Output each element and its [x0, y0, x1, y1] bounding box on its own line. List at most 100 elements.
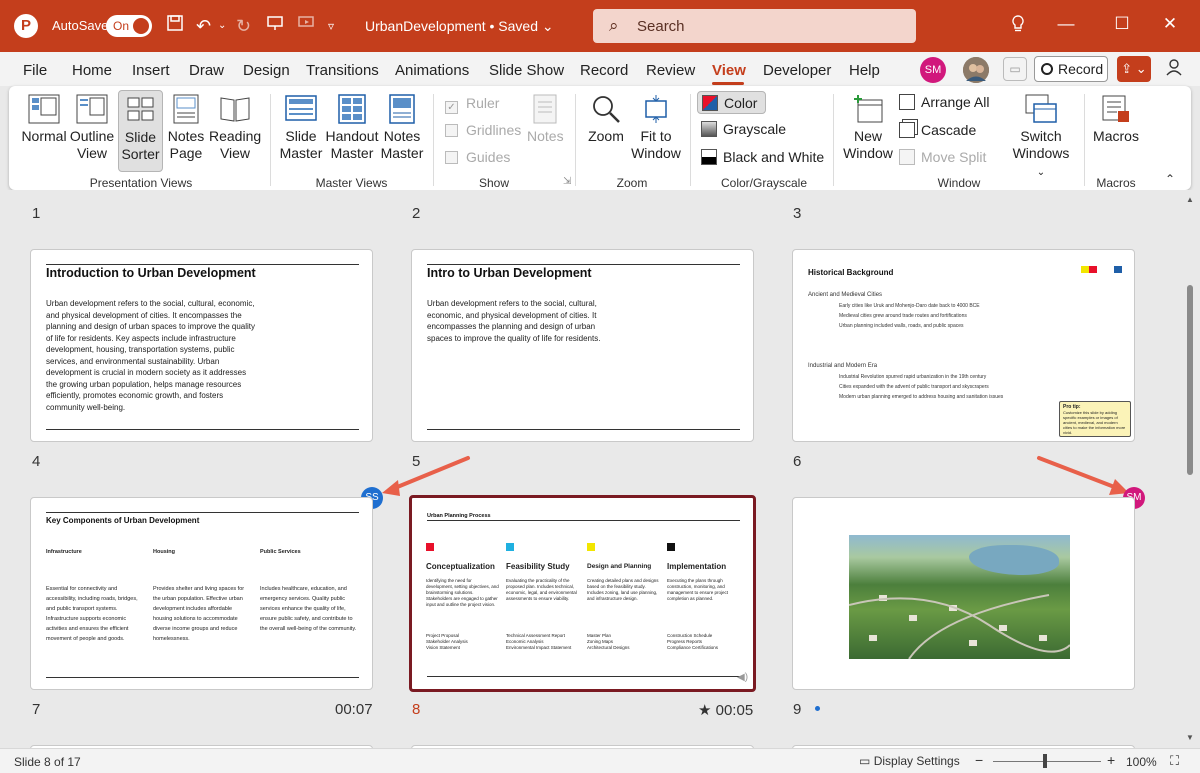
slide-sorter-button[interactable]: Slide Sorter — [118, 90, 163, 172]
tab-developer[interactable]: Developer — [763, 62, 831, 79]
autosave-state: On — [113, 19, 130, 33]
normal-view-button[interactable]: Normal — [21, 94, 67, 145]
tab-draw[interactable]: Draw — [189, 62, 224, 79]
reading-view-button[interactable]: Reading View — [209, 94, 261, 162]
status-bar: Slide 8 of 17 ▭ Display Settings − + 100… — [0, 748, 1200, 773]
tab-record[interactable]: Record — [580, 62, 628, 79]
collapse-ribbon-icon[interactable]: ⌃ — [1165, 172, 1175, 186]
tab-slide-show[interactable]: Slide Show — [489, 62, 564, 79]
ruler-checkbox[interactable]: ✓ Ruler — [445, 95, 499, 114]
slide-thumbnail-6[interactable]: Historical Background Ancient and Mediev… — [792, 249, 1135, 442]
document-title[interactable]: UrbanDevelopment • Saved ⌄ — [365, 18, 554, 35]
slide-thumbnail-8[interactable]: Urban Planning Process Conceptualization… — [409, 495, 756, 692]
accent-square-blue — [1114, 266, 1122, 273]
zoom-slider-thumb[interactable] — [1043, 754, 1047, 768]
view-ribbon: Normal Outline View Slide Sorter Notes P… — [9, 86, 1191, 190]
macros-button[interactable]: Macros — [1091, 94, 1141, 145]
roads — [849, 594, 1070, 659]
section-list: Early cities like Uruk and Mohenjo-Daro … — [839, 303, 980, 329]
pro-tip-body: Customize this slide by adding specific … — [1063, 410, 1126, 435]
slide-number: 4 — [32, 453, 41, 470]
slide-thumbnail-4[interactable]: Introduction to Urban Development Urban … — [30, 249, 373, 442]
color-button[interactable]: Color — [697, 91, 766, 114]
tab-animations[interactable]: Animations — [395, 62, 469, 79]
step-marker — [667, 543, 675, 551]
present-from-current-icon[interactable] — [297, 14, 315, 38]
zoom-slider-track[interactable] — [993, 761, 1101, 762]
slide-master-icon — [285, 95, 317, 121]
zoom-button[interactable]: Zoom — [584, 94, 628, 145]
tab-transitions[interactable]: Transitions — [306, 62, 379, 79]
save-icon[interactable] — [166, 14, 184, 38]
black-white-icon — [701, 149, 717, 165]
new-window-button[interactable]: New Window — [841, 94, 895, 162]
powerpoint-logo-icon: P — [14, 14, 38, 38]
collaborator-avatar[interactable]: SM — [920, 57, 946, 83]
tab-insert[interactable]: Insert — [132, 62, 170, 79]
tab-view[interactable]: View — [712, 62, 746, 79]
slide-rule — [427, 676, 740, 677]
zoom-in-button[interactable]: + — [1107, 752, 1115, 768]
zoom-out-button[interactable]: − — [975, 752, 983, 768]
present-from-start-icon[interactable] — [266, 14, 284, 38]
slide-thumbnail-9[interactable] — [792, 497, 1135, 690]
step-marker — [426, 543, 434, 551]
column-head: Infrastructure — [46, 549, 82, 555]
search-icon: ⌕ — [609, 16, 619, 35]
step-items: Master Plan Zoning Maps Architectural De… — [587, 633, 630, 650]
minimize-button[interactable]: — — [1056, 14, 1076, 34]
undo-dropdown-chevron-icon[interactable]: ⌄ — [218, 14, 226, 38]
lightbulb-icon[interactable] — [1010, 14, 1026, 40]
animation-star-icon: ★ — [698, 702, 712, 719]
user-avatar[interactable] — [963, 57, 989, 83]
account-icon[interactable] — [1165, 58, 1183, 81]
handout-master-button[interactable]: Handout Master — [325, 94, 379, 162]
record-button[interactable]: Record — [1034, 56, 1108, 82]
undo-icon[interactable]: ↶ — [196, 14, 211, 38]
slide-master-button[interactable]: Slide Master — [279, 94, 323, 162]
search-box[interactable]: ⌕ Search — [593, 9, 916, 43]
share-button[interactable]: ⇪ ⌄ — [1117, 56, 1151, 82]
slide-sorter-icon — [127, 97, 153, 121]
tab-home[interactable]: Home — [72, 62, 112, 79]
vertical-scrollbar[interactable]: ▲ ▼ — [1184, 195, 1194, 745]
gridlines-checkbox[interactable]: Gridlines — [445, 122, 521, 138]
switch-windows-button[interactable]: Switch Windows ⌄ — [1009, 94, 1073, 181]
fit-to-window-button[interactable]: Fit to Window — [631, 94, 681, 162]
maximize-button[interactable]: ☐ — [1112, 14, 1132, 34]
arrange-all-button[interactable]: Arrange All — [899, 94, 989, 110]
cascade-button[interactable]: Cascade — [899, 122, 976, 138]
slide-thumbnail-5[interactable]: Intro to Urban Development Urban develop… — [411, 249, 754, 442]
slide-rule — [46, 264, 359, 265]
move-split-button[interactable]: Move Split — [899, 149, 986, 165]
macros-icon — [1102, 95, 1129, 122]
new-comment-dot — [815, 706, 820, 711]
zoom-level[interactable]: 100% — [1126, 755, 1157, 769]
tab-file[interactable]: File — [23, 62, 47, 79]
slide-title: Intro to Urban Development — [427, 266, 592, 280]
outline-view-button[interactable]: Outline View — [69, 94, 115, 162]
notes-button[interactable]: Notes — [527, 94, 564, 145]
black-and-white-button[interactable]: Black and White — [701, 149, 824, 165]
close-button[interactable]: ✕ — [1160, 14, 1180, 34]
autosave-toggle[interactable]: On — [106, 15, 152, 37]
notes-page-button[interactable]: Notes Page — [166, 94, 206, 162]
column-head: Housing — [153, 549, 175, 555]
notes-master-button[interactable]: Notes Master — [380, 94, 424, 162]
tab-help[interactable]: Help — [849, 62, 880, 79]
customize-qat-icon[interactable]: ▿ — [328, 14, 334, 38]
slide-thumbnail-7[interactable]: Key Components of Urban Development Infr… — [30, 497, 373, 690]
step-text: Executing the plans through construction… — [667, 578, 729, 601]
tab-review[interactable]: Review — [646, 62, 695, 79]
normal-view-icon — [28, 94, 60, 124]
guides-checkbox[interactable]: Guides — [445, 149, 510, 165]
redo-icon[interactable]: ↻ — [236, 14, 251, 38]
display-settings-button[interactable]: ▭ Display Settings — [859, 754, 960, 768]
fit-slide-icon[interactable]: ⛶ — [1170, 753, 1179, 769]
slide-duration: ★ 00:05 — [698, 702, 754, 719]
scrollbar-thumb[interactable] — [1187, 285, 1193, 475]
comments-icon[interactable]: ▭ — [1003, 57, 1027, 81]
grayscale-button[interactable]: Grayscale — [701, 121, 786, 137]
show-dialog-launcher-icon[interactable]: ⇲ — [563, 176, 571, 187]
tab-design[interactable]: Design — [243, 62, 290, 79]
